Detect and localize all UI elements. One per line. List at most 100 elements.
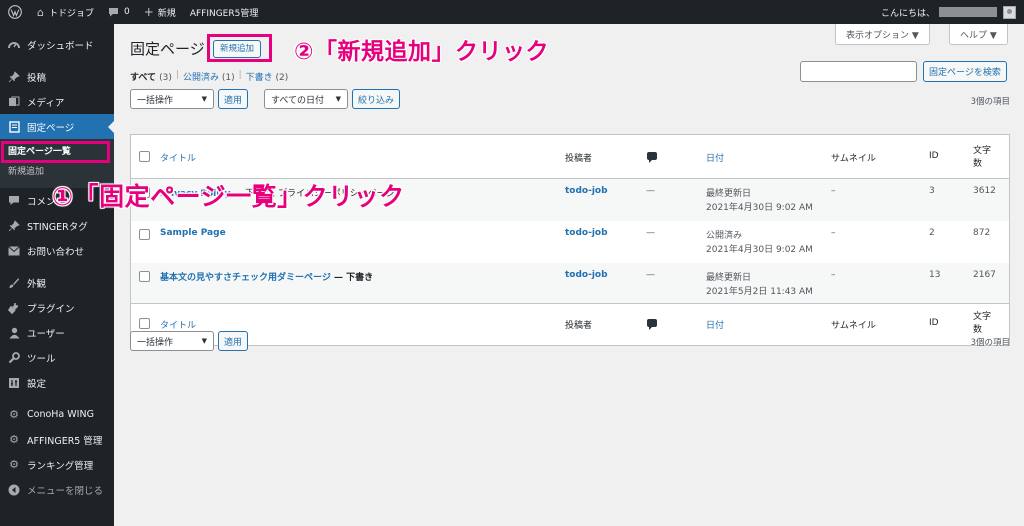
- search-input[interactable]: [800, 61, 917, 82]
- select-all-checkbox[interactable]: [139, 318, 150, 329]
- sidebar-item-users[interactable]: ユーザー: [0, 320, 114, 345]
- pin-icon: [7, 70, 21, 84]
- gauge-icon: [7, 38, 21, 52]
- sidebar-item-posts[interactable]: 投稿: [0, 64, 114, 89]
- comment-icon: [109, 8, 118, 17]
- apply-button-bottom[interactable]: 適用: [218, 331, 249, 351]
- admin-bar-affinger[interactable]: AFFINGER5管理: [183, 0, 266, 24]
- row-checkbox[interactable]: [139, 271, 150, 282]
- table-row: Sample Page todo-job — 公開済み 2021年4月30日 9…: [131, 221, 1009, 263]
- row-title-link[interactable]: 基本文の見やすさチェック用ダミーページ: [160, 273, 331, 283]
- affinger-label: AFFINGER5管理: [189, 8, 259, 19]
- row-author[interactable]: todo-job: [565, 228, 608, 238]
- sidebar-item-collapse[interactable]: メニューを閉じる: [0, 477, 114, 502]
- sidebar-item-label: メディア: [27, 97, 65, 109]
- row-date: 2021年5月2日 11:43 AM: [706, 287, 813, 297]
- chevron-down-icon: ▼: [201, 337, 207, 345]
- sidebar-item-label: メニューを閉じる: [27, 485, 104, 497]
- sidebar-item-label: 固定ページ: [27, 122, 75, 134]
- sidebar-item-label: ユーザー: [27, 328, 65, 340]
- column-date[interactable]: 日付: [706, 151, 724, 164]
- comment-bubble-icon: [647, 319, 657, 330]
- view-all[interactable]: すべて (3): [130, 70, 172, 83]
- pin-icon: [7, 219, 21, 233]
- row-state: — 下書き: [330, 273, 374, 283]
- filter-button[interactable]: 絞り込み: [352, 89, 401, 109]
- sidebar-item-appearance[interactable]: 外観: [0, 270, 114, 295]
- date-filter-select[interactable]: すべての日付 ▼: [264, 89, 348, 109]
- sidebar-item-ranking[interactable]: ⚙ ランキング管理: [0, 452, 114, 477]
- column-title[interactable]: タイトル: [160, 151, 196, 164]
- chevron-down-icon: ▼: [335, 95, 341, 103]
- collapse-icon: [7, 483, 21, 497]
- page-icon: [7, 120, 21, 134]
- row-chars: 872: [973, 228, 991, 238]
- row-thumbnail: –: [831, 270, 836, 280]
- row-chars: 3612: [973, 186, 996, 196]
- row-id: 2: [929, 228, 935, 238]
- row-checkbox[interactable]: [139, 229, 150, 240]
- view-separator: |: [175, 70, 179, 80]
- search-pages-button[interactable]: 固定ページを検索: [923, 61, 1007, 82]
- admin-bar-site[interactable]: ⌂ トドジョブ: [30, 0, 101, 24]
- sidebar-item-affinger5[interactable]: ⚙ AFFINGER5 管理: [0, 427, 114, 452]
- column-id: ID: [929, 151, 939, 161]
- items-count-bottom: 3個の項目: [970, 338, 1010, 348]
- row-date-status: 公開済み: [706, 231, 743, 241]
- plug-icon: [7, 301, 21, 315]
- help-button[interactable]: ヘルプ ▼: [949, 24, 1008, 45]
- screen-options-button[interactable]: 表示オプション ▼: [835, 24, 930, 45]
- row-date-status: 最終更新日: [706, 273, 752, 283]
- row-id: 3: [929, 186, 935, 196]
- row-chars: 2167: [973, 270, 996, 280]
- media-icon: [7, 95, 21, 109]
- pages-table: タイトル 投稿者 日付 サムネイル ID 文字数 Privacy Policy …: [130, 134, 1010, 346]
- sidebar-item-label: 設定: [27, 378, 47, 390]
- new-label: 新規: [157, 8, 176, 19]
- annotation-step2: ②「新規追加」クリック: [294, 39, 549, 65]
- plus-icon: +: [143, 5, 154, 19]
- admin-bar-comments[interactable]: 0: [101, 0, 137, 24]
- home-icon: ⌂: [37, 5, 44, 19]
- sidebar-item-pages[interactable]: 固定ページ: [0, 114, 114, 139]
- main-content: 固定ページ 新規追加 表示オプション ▼ ヘルプ ▼ すべて (3) | 公開済…: [114, 24, 1024, 526]
- user-icon: [7, 326, 21, 340]
- gear-icon: ⚙: [9, 433, 19, 446]
- page-title: 固定ページ: [130, 40, 205, 58]
- admin-bar: ⌂ トドジョブ 0 + 新規 AFFINGER5管理 こんにちは、: [0, 0, 1024, 24]
- sidebar-item-conoha-wing[interactable]: ⚙ ConoHa WING: [0, 402, 114, 427]
- row-date-status: 最終更新日: [706, 189, 752, 199]
- row-id: 13: [929, 270, 941, 280]
- sidebar-item-stinger-tag[interactable]: STINGERタグ: [0, 213, 114, 238]
- highlight-all-pages: [1, 141, 110, 163]
- wordpress-logo-icon[interactable]: [0, 0, 30, 24]
- row-author[interactable]: todo-job: [565, 270, 608, 280]
- avatar[interactable]: [1003, 5, 1016, 19]
- admin-bar-new[interactable]: + 新規: [137, 0, 183, 24]
- column-chars: 文字数: [973, 312, 992, 335]
- chevron-down-icon: ▼: [201, 95, 207, 103]
- row-author[interactable]: todo-job: [565, 186, 608, 196]
- view-published[interactable]: 公開済み (1): [183, 70, 235, 83]
- view-drafts[interactable]: 下書き (2): [246, 70, 289, 83]
- row-title-link[interactable]: Sample Page: [160, 228, 226, 238]
- greeting: こんにちは、: [880, 8, 935, 19]
- column-title[interactable]: タイトル: [160, 318, 196, 331]
- sidebar-item-media[interactable]: メディア: [0, 89, 114, 114]
- column-date[interactable]: 日付: [706, 318, 724, 331]
- column-thumbnail: サムネイル: [831, 321, 876, 331]
- sidebar-item-tools[interactable]: ツール: [0, 345, 114, 370]
- wrench-icon: [7, 351, 21, 365]
- sidebar-item-settings[interactable]: 設定: [0, 370, 114, 395]
- apply-button[interactable]: 適用: [218, 89, 249, 109]
- sidebar-item-dashboard[interactable]: ダッシュボード: [0, 32, 114, 57]
- sidebar-item-plugins[interactable]: プラグイン: [0, 295, 114, 320]
- gear-icon: ⚙: [9, 458, 19, 471]
- select-all-checkbox[interactable]: [139, 151, 150, 162]
- bulk-actions-select[interactable]: 一括操作 ▼: [130, 89, 214, 109]
- sidebar-item-label: 投稿: [27, 72, 47, 84]
- sidebar-item-contact[interactable]: お問い合わせ: [0, 238, 114, 263]
- sidebar-item-label: STINGERタグ: [27, 221, 88, 233]
- sidebar-item-label: お問い合わせ: [27, 246, 85, 258]
- bulk-actions-select-bottom[interactable]: 一括操作 ▼: [130, 331, 214, 351]
